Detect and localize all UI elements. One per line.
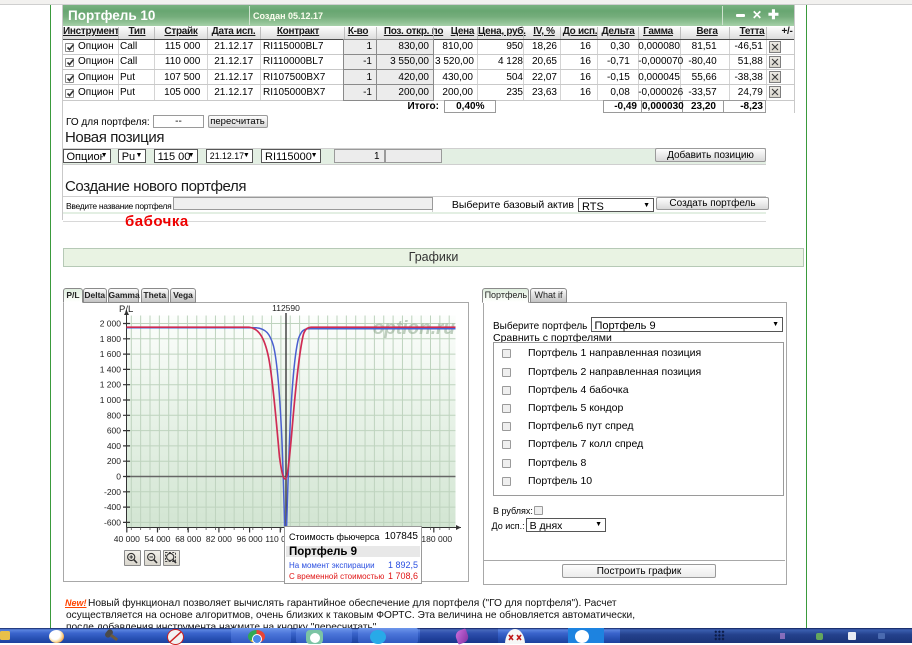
svg-text:2 000: 2 000 xyxy=(100,319,122,329)
svg-text:0: 0 xyxy=(116,472,121,482)
svg-text:82 000: 82 000 xyxy=(206,534,232,544)
svg-text:180 000: 180 000 xyxy=(421,534,452,544)
svg-text:600: 600 xyxy=(107,426,121,436)
svg-text:54 000: 54 000 xyxy=(145,534,171,544)
svg-text:1 600: 1 600 xyxy=(100,349,122,359)
svg-text:1 200: 1 200 xyxy=(100,380,122,390)
svg-text:800: 800 xyxy=(107,410,121,420)
svg-text:96 000: 96 000 xyxy=(237,534,263,544)
svg-text:40 000: 40 000 xyxy=(114,534,140,544)
svg-text:68 000: 68 000 xyxy=(175,534,201,544)
svg-text:-200: -200 xyxy=(104,487,121,497)
svg-text:-400: -400 xyxy=(104,502,121,512)
svg-text:200: 200 xyxy=(107,456,121,466)
svg-text:1 800: 1 800 xyxy=(100,334,122,344)
svg-text:1 000: 1 000 xyxy=(100,395,122,405)
svg-text:400: 400 xyxy=(107,441,121,451)
svg-text:-600: -600 xyxy=(104,517,121,527)
svg-text:1 400: 1 400 xyxy=(100,364,122,374)
svg-text:112590: 112590 xyxy=(272,303,300,313)
